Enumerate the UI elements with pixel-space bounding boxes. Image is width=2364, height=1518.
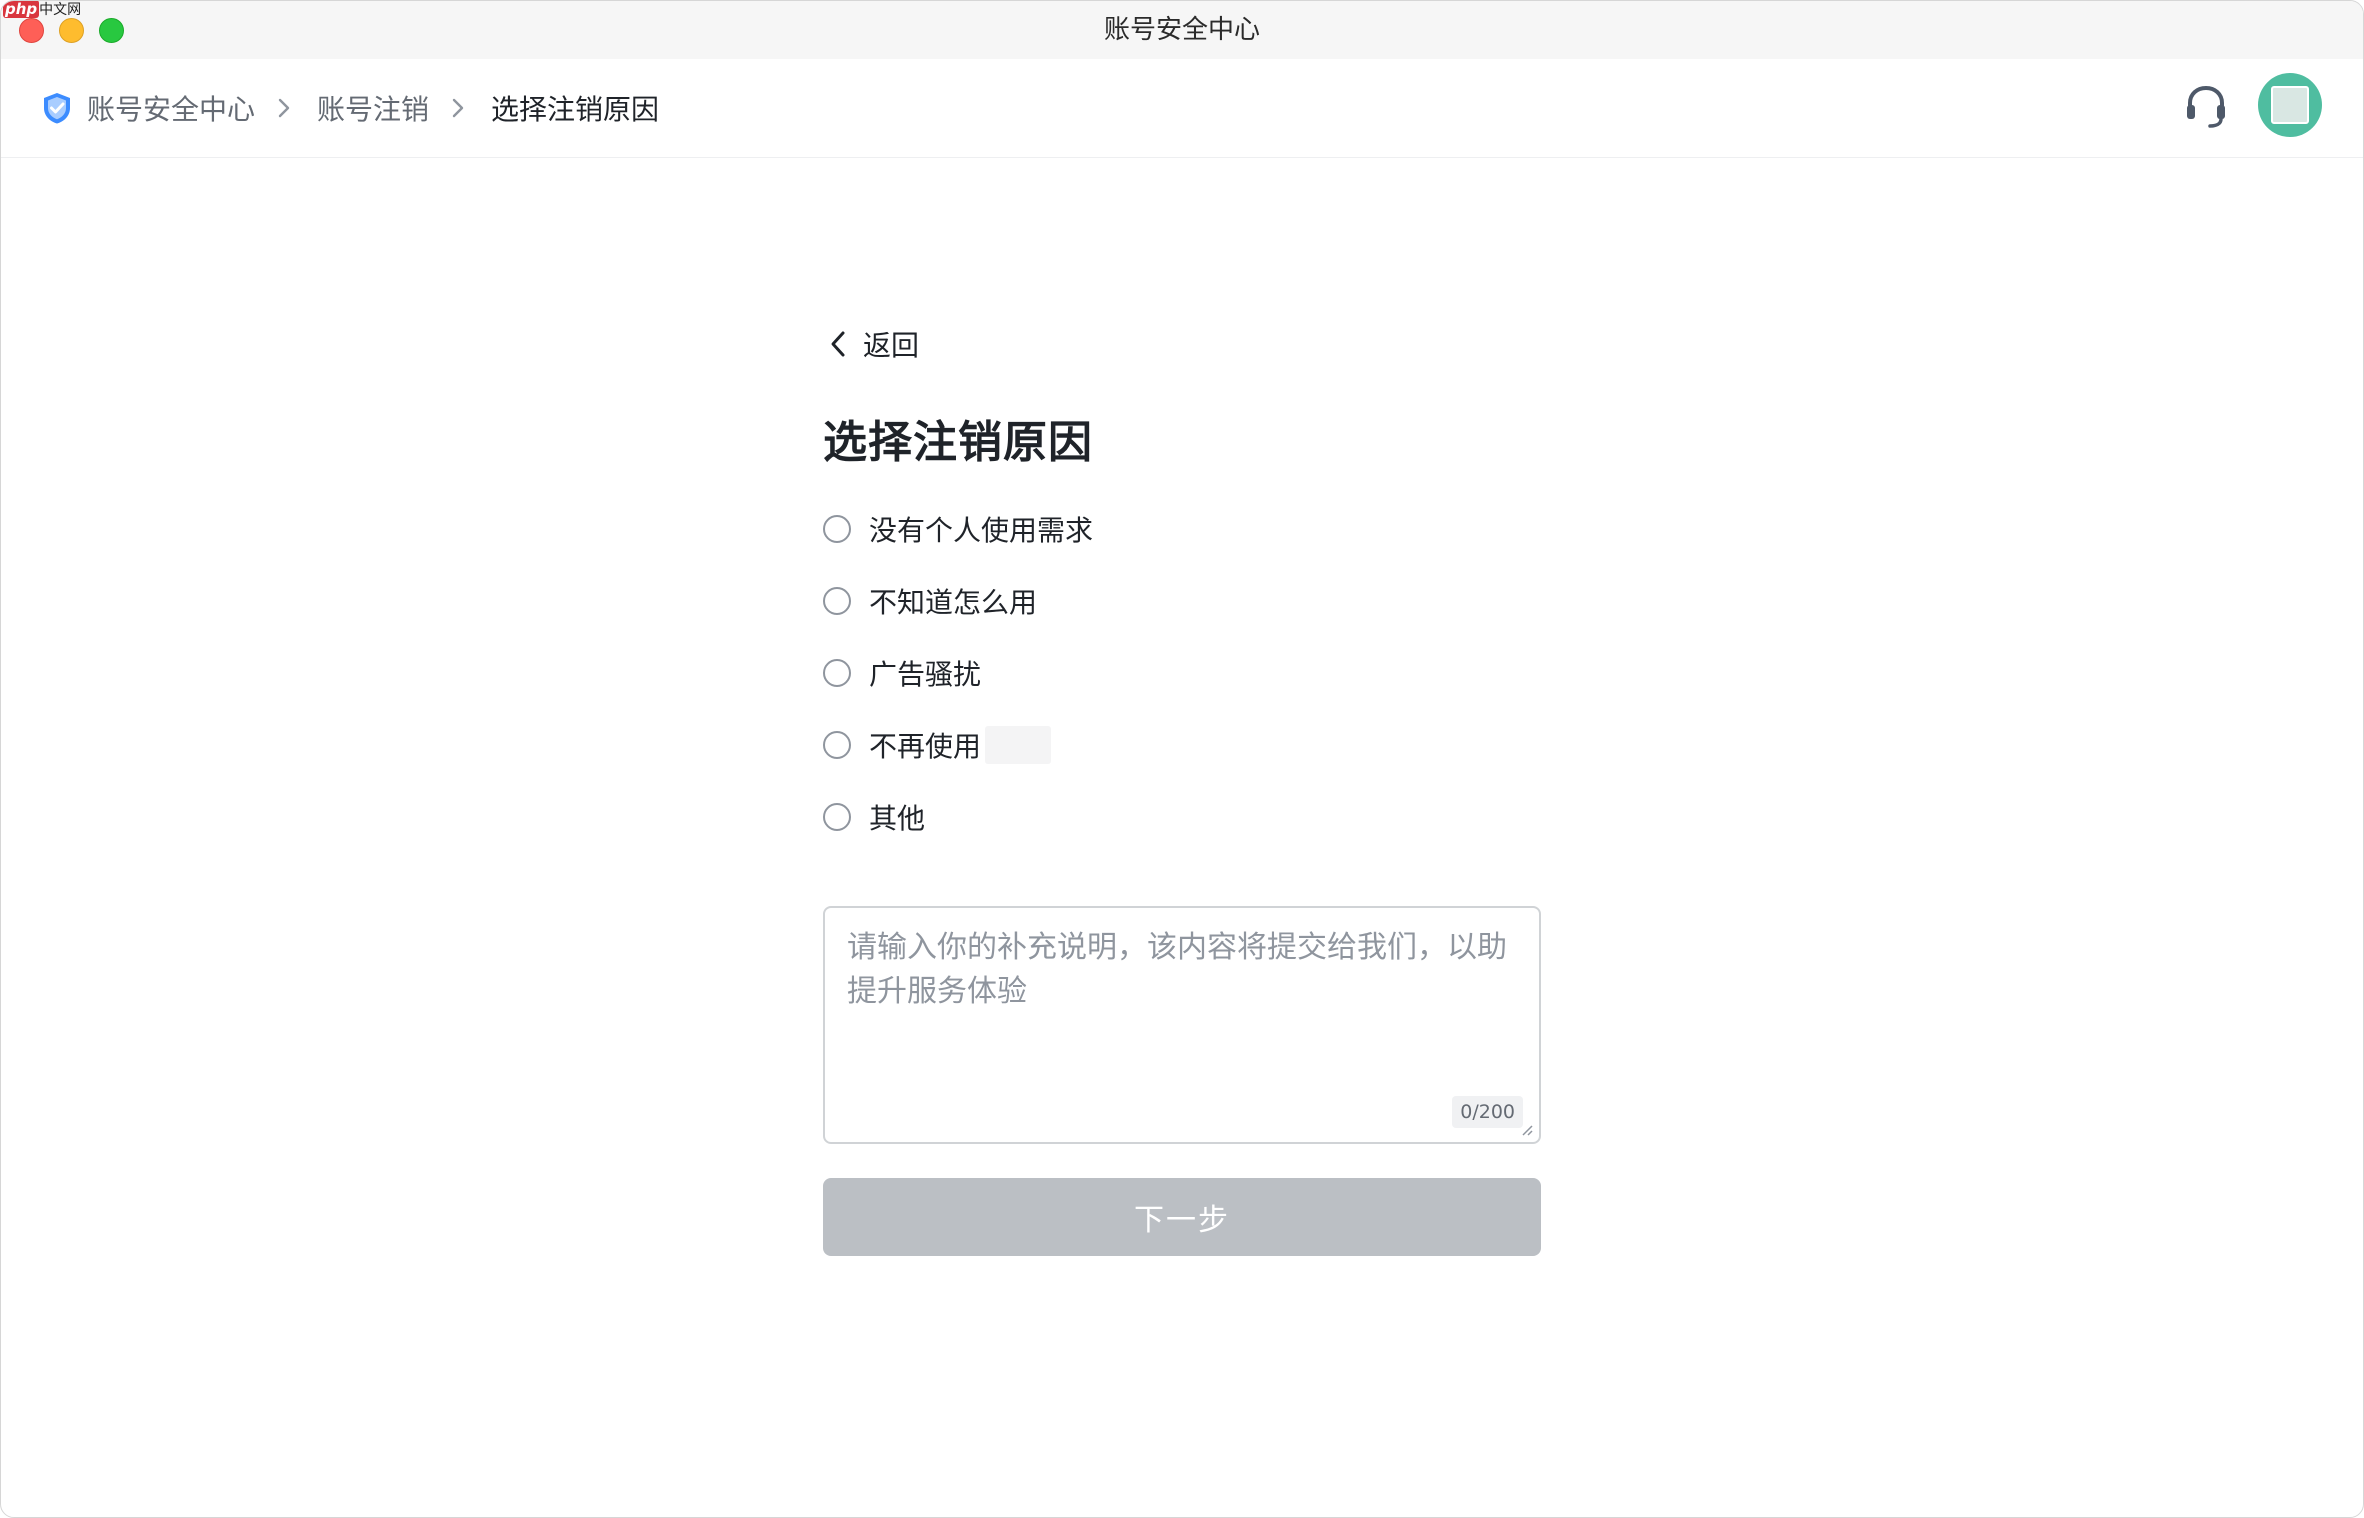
breadcrumb-item-security-center[interactable]: 账号安全中心 [87,88,255,128]
radio-button[interactable] [823,731,851,759]
reason-option-ad-harassment[interactable]: 广告骚扰 [823,649,1093,697]
radio-button[interactable] [823,515,851,543]
back-button[interactable]: 返回 [829,323,919,365]
breadcrumb-item-account-deletion[interactable]: 账号注销 [317,88,429,128]
app-window: php 中文网 账号安全中心 账号安全中心 账号注销 选择注销原因 返回 选择注… [0,0,2364,1518]
breadcrumb: 账号安全中心 账号注销 选择注销原因 [41,59,659,157]
chevron-right-icon [278,98,290,118]
reason-label: 不知道怎么用 [869,586,1038,619]
reason-option-no-longer-use[interactable]: 不再使用 [823,721,1093,769]
reason-label: 不再使用 [869,730,982,763]
reason-option-no-need[interactable]: 没有个人使用需求 [823,505,1093,553]
reason-label: 广告骚扰 [869,658,982,691]
resize-grip-icon[interactable] [1519,1122,1533,1136]
radio-button[interactable] [823,803,851,831]
shield-check-icon [44,93,70,124]
window-title: 账号安全中心 [1103,15,1260,45]
reason-option-dont-know-how[interactable]: 不知道怎么用 [823,577,1093,625]
radio-button[interactable] [823,587,851,615]
avatar-image [2271,86,2309,124]
chevron-right-icon [452,98,464,118]
chevron-left-icon [831,331,845,357]
radio-button[interactable] [823,659,851,687]
title-bar: php 中文网 账号安全中心 [1,1,2363,60]
reason-option-other[interactable]: 其他 [823,793,1093,841]
headset-icon[interactable] [2184,83,2228,131]
reason-label: 没有个人使用需求 [869,514,1094,547]
back-label: 返回 [863,329,920,362]
character-counter: 0/200 [1452,1096,1523,1128]
page-title: 选择注销原因 [823,417,1093,468]
supplement-textarea-container: 0/200 [823,906,1541,1144]
reason-label: 其他 [869,802,926,835]
supplement-textarea[interactable] [825,908,1539,1142]
avatar[interactable] [2258,73,2322,137]
page-header: 账号安全中心 账号注销 选择注销原因 [1,59,2363,158]
next-step-button[interactable]: 下一步 [823,1178,1541,1256]
redacted-text [985,726,1052,764]
reason-options: 没有个人使用需求 不知道怎么用 广告骚扰 不再使用 其他 [823,505,1093,865]
breadcrumb-item-current: 选择注销原因 [491,93,660,126]
